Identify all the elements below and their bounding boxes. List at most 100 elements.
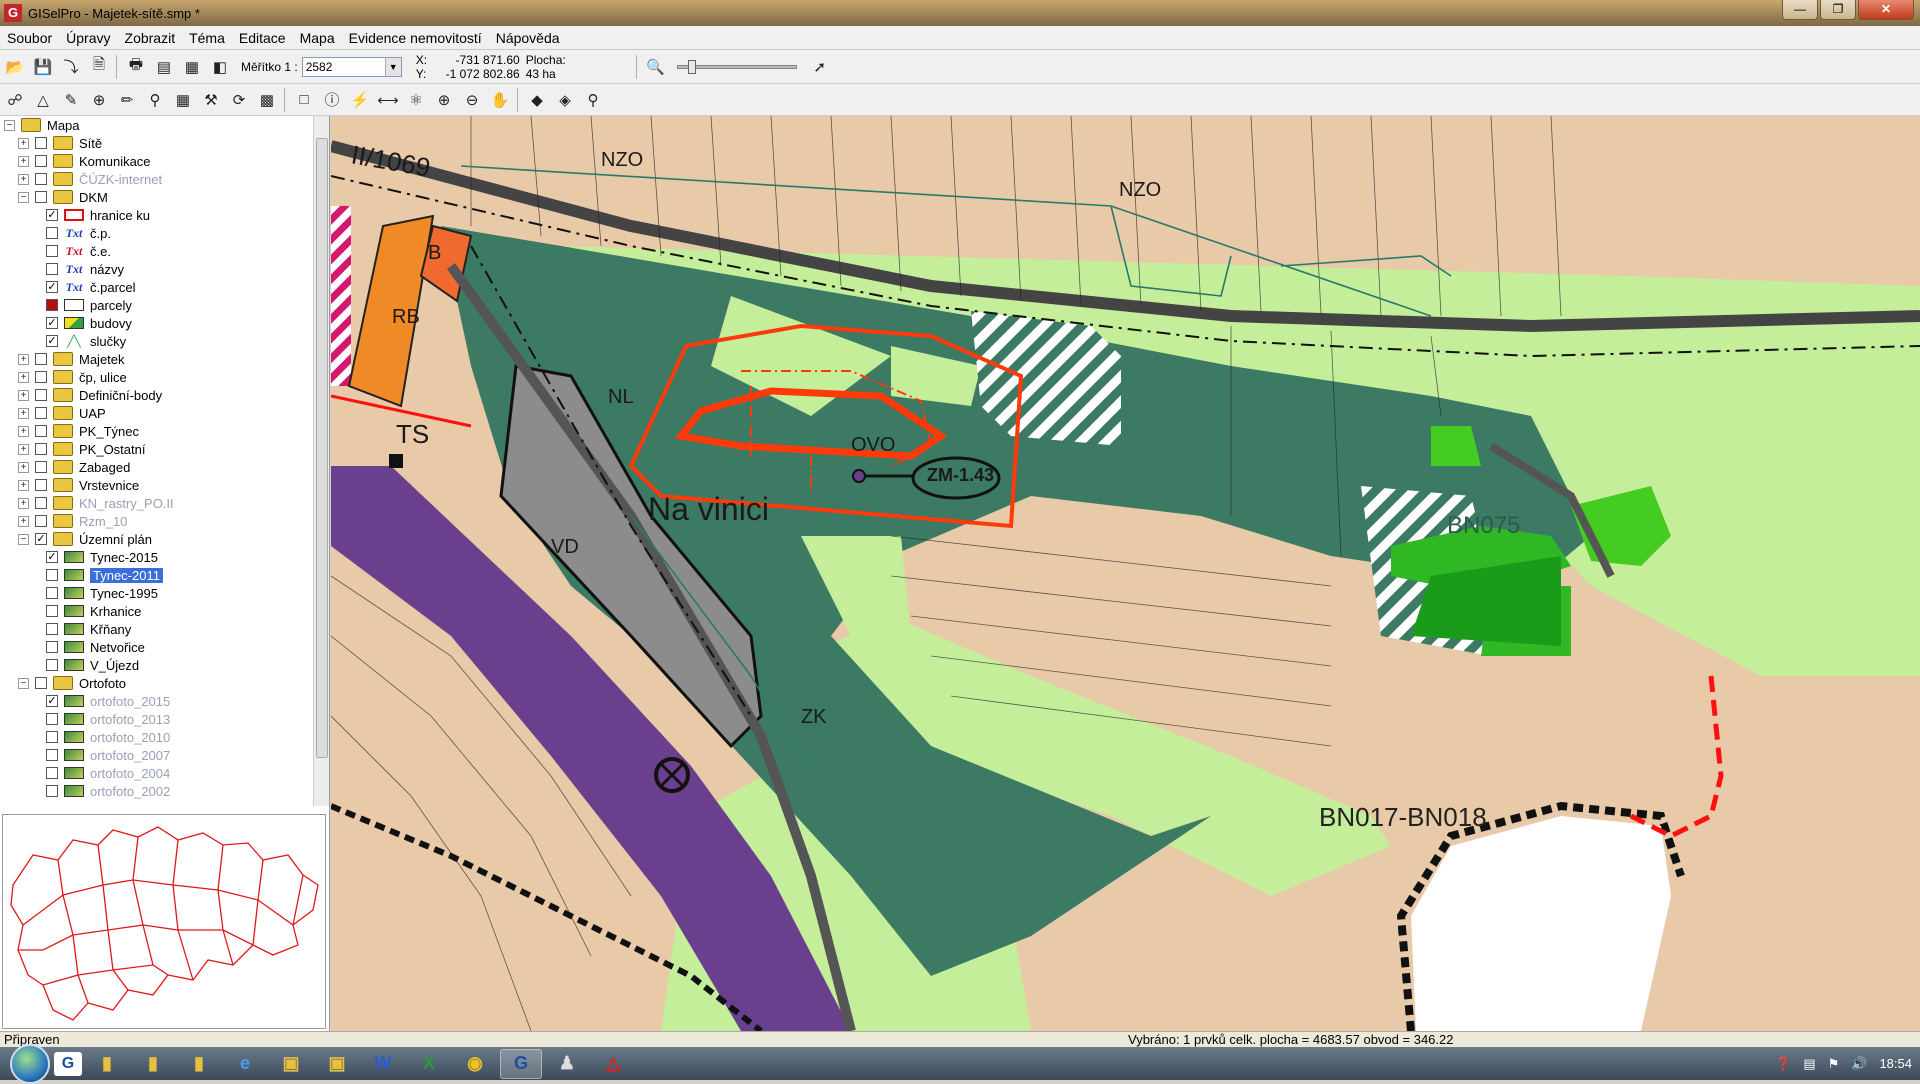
menu-evidence-nemovitosti[interactable]: Evidence nemovitostí bbox=[342, 30, 489, 46]
expand-icon[interactable]: + bbox=[18, 479, 29, 491]
chevron-down-icon[interactable]: ▼ bbox=[384, 57, 401, 76]
select-icon[interactable]: □ bbox=[291, 87, 317, 113]
tree-item[interactable]: ortofoto_2010 bbox=[0, 728, 314, 746]
tree-scrollbar-thumb[interactable] bbox=[316, 138, 328, 758]
tree-item[interactable]: − ✓ Územní plán bbox=[0, 530, 314, 548]
expand-icon[interactable]: + bbox=[18, 497, 29, 509]
acrobat-icon[interactable]: △ bbox=[592, 1049, 634, 1079]
tree-item[interactable]: + UAP bbox=[0, 404, 314, 422]
layer-checkbox[interactable] bbox=[46, 659, 58, 671]
tree-item[interactable]: + Rzm_10 bbox=[0, 512, 314, 530]
expand-icon[interactable]: + bbox=[18, 371, 29, 383]
menu-soubor[interactable]: Soubor bbox=[0, 30, 59, 46]
layer-checkbox[interactable] bbox=[35, 443, 47, 455]
layer-checkbox[interactable]: ✓ bbox=[35, 533, 47, 545]
flag-icon[interactable]: ⚑ bbox=[1828, 1056, 1840, 1072]
tree-item[interactable]: V_Újezd bbox=[0, 656, 314, 674]
marker-icon[interactable]: ◆ bbox=[524, 87, 550, 113]
tree-scrollbar[interactable] bbox=[313, 116, 329, 806]
tree-item[interactable]: ✓ ╱╲ slučky bbox=[0, 332, 314, 350]
tree-item[interactable]: + PK_Týnec bbox=[0, 422, 314, 440]
expand-icon[interactable]: + bbox=[18, 173, 29, 185]
tree-item[interactable]: − DKM bbox=[0, 188, 314, 206]
layer-checkbox[interactable] bbox=[46, 263, 58, 275]
layer-checkbox[interactable]: ✓ bbox=[46, 335, 58, 347]
expand-icon[interactable]: + bbox=[18, 461, 29, 473]
tree-item[interactable]: Netvořice bbox=[0, 638, 314, 656]
layer-checkbox[interactable] bbox=[46, 749, 58, 761]
layer-checkbox[interactable] bbox=[35, 191, 47, 203]
tree-item[interactable]: parcely bbox=[0, 296, 314, 314]
marker-2-icon[interactable]: ◈ bbox=[552, 87, 578, 113]
tree-item[interactable]: Txt č.e. bbox=[0, 242, 314, 260]
import-icon[interactable]: ⤵ bbox=[58, 54, 84, 80]
expand-icon[interactable]: + bbox=[18, 389, 29, 401]
layer-target-icon[interactable]: ⊕ bbox=[86, 87, 112, 113]
overview-map[interactable] bbox=[2, 814, 326, 1029]
layer-add-icon[interactable]: ☍ bbox=[2, 87, 28, 113]
layer-checkbox[interactable] bbox=[35, 137, 47, 149]
table-icon[interactable]: ▦ bbox=[170, 87, 196, 113]
tree-item[interactable]: + Majetek bbox=[0, 350, 314, 368]
binoculars-icon[interactable]: ⚲ bbox=[142, 87, 168, 113]
tree-item[interactable]: + Komunikace bbox=[0, 152, 314, 170]
tree-item[interactable]: + PK_Ostatní bbox=[0, 440, 314, 458]
export-icon[interactable]: ◧ bbox=[207, 54, 233, 80]
tree-item[interactable]: ✓ Tynec-2015 bbox=[0, 548, 314, 566]
tree-item[interactable]: ortofoto_2007 bbox=[0, 746, 314, 764]
layer-checkbox[interactable] bbox=[35, 371, 47, 383]
network-icon[interactable]: ▤ bbox=[1803, 1056, 1815, 1072]
tree-item[interactable]: + čp, ulice bbox=[0, 368, 314, 386]
layer-checkbox[interactable] bbox=[46, 569, 58, 581]
layer-checkbox[interactable] bbox=[46, 587, 58, 599]
tree-item[interactable]: Tynec-1995 bbox=[0, 584, 314, 602]
zoom-slider[interactable] bbox=[676, 59, 797, 74]
pencil-icon[interactable]: ✏ bbox=[114, 87, 140, 113]
print-preview-icon[interactable]: ▤ bbox=[151, 54, 177, 80]
chrome-icon[interactable]: ◉ bbox=[454, 1049, 496, 1079]
close-button[interactable]: ✕ bbox=[1858, 0, 1914, 20]
grid-icon[interactable]: ▩ bbox=[254, 87, 280, 113]
tree-item[interactable]: ✓ ortofoto_2015 bbox=[0, 692, 314, 710]
help-icon[interactable]: ❓ bbox=[1775, 1056, 1791, 1072]
layer-checkbox[interactable] bbox=[35, 155, 47, 167]
refresh-icon[interactable]: ⟳ bbox=[226, 87, 252, 113]
scale-select[interactable]: 2582 ▼ bbox=[301, 56, 402, 77]
window-titlebar[interactable]: G GISelPro - Majetek-sítě.smp * — ❐ ✕ bbox=[0, 0, 1920, 26]
word-icon[interactable]: W bbox=[362, 1049, 404, 1079]
layer-up-icon[interactable]: △ bbox=[30, 87, 56, 113]
explorer-icon[interactable]: ▣ bbox=[270, 1049, 312, 1079]
layer-checkbox[interactable]: ✓ bbox=[46, 281, 58, 293]
tools-icon[interactable]: ⚒ bbox=[198, 87, 224, 113]
expand-icon[interactable]: + bbox=[18, 515, 29, 527]
layer-checkbox[interactable] bbox=[35, 173, 47, 185]
lightning-icon[interactable]: ⚡ bbox=[347, 87, 373, 113]
layer-checkbox[interactable]: ✓ bbox=[46, 317, 58, 329]
layer-checkbox[interactable] bbox=[46, 227, 58, 239]
layer-checkbox[interactable] bbox=[46, 731, 58, 743]
layer-checkbox[interactable] bbox=[35, 407, 47, 419]
layer-checkbox[interactable] bbox=[46, 767, 58, 779]
save-icon[interactable]: 💾 bbox=[30, 54, 56, 80]
layer-checkbox[interactable] bbox=[46, 623, 58, 635]
folder-icon[interactable]: ▮ bbox=[132, 1049, 174, 1079]
menu-editace[interactable]: Editace bbox=[232, 30, 293, 46]
zoom-search-icon[interactable]: 🔍 bbox=[643, 54, 669, 80]
layer-checkbox[interactable] bbox=[46, 245, 58, 257]
layer-checkbox[interactable] bbox=[35, 497, 47, 509]
layer-checkbox[interactable] bbox=[46, 299, 58, 311]
expand-icon[interactable]: + bbox=[18, 443, 29, 455]
zoom-in-icon[interactable]: ⊕ bbox=[431, 87, 457, 113]
tree-item[interactable]: + Definiční-body bbox=[0, 386, 314, 404]
zoom-slider-thumb[interactable] bbox=[687, 59, 696, 74]
layer-checkbox[interactable] bbox=[46, 713, 58, 725]
layer-checkbox[interactable] bbox=[35, 425, 47, 437]
tree-item[interactable]: + ČÚZK-internet bbox=[0, 170, 314, 188]
tree-item[interactable]: Krhanice bbox=[0, 602, 314, 620]
layer-checkbox[interactable]: ✓ bbox=[46, 695, 58, 707]
tree-item[interactable]: + Vrstevnice bbox=[0, 476, 314, 494]
explorer-icon[interactable]: ▣ bbox=[316, 1049, 358, 1079]
tree-item[interactable]: ✓ Txt č.parcel bbox=[0, 278, 314, 296]
layer-checkbox[interactable] bbox=[35, 479, 47, 491]
expand-icon[interactable]: + bbox=[18, 407, 29, 419]
